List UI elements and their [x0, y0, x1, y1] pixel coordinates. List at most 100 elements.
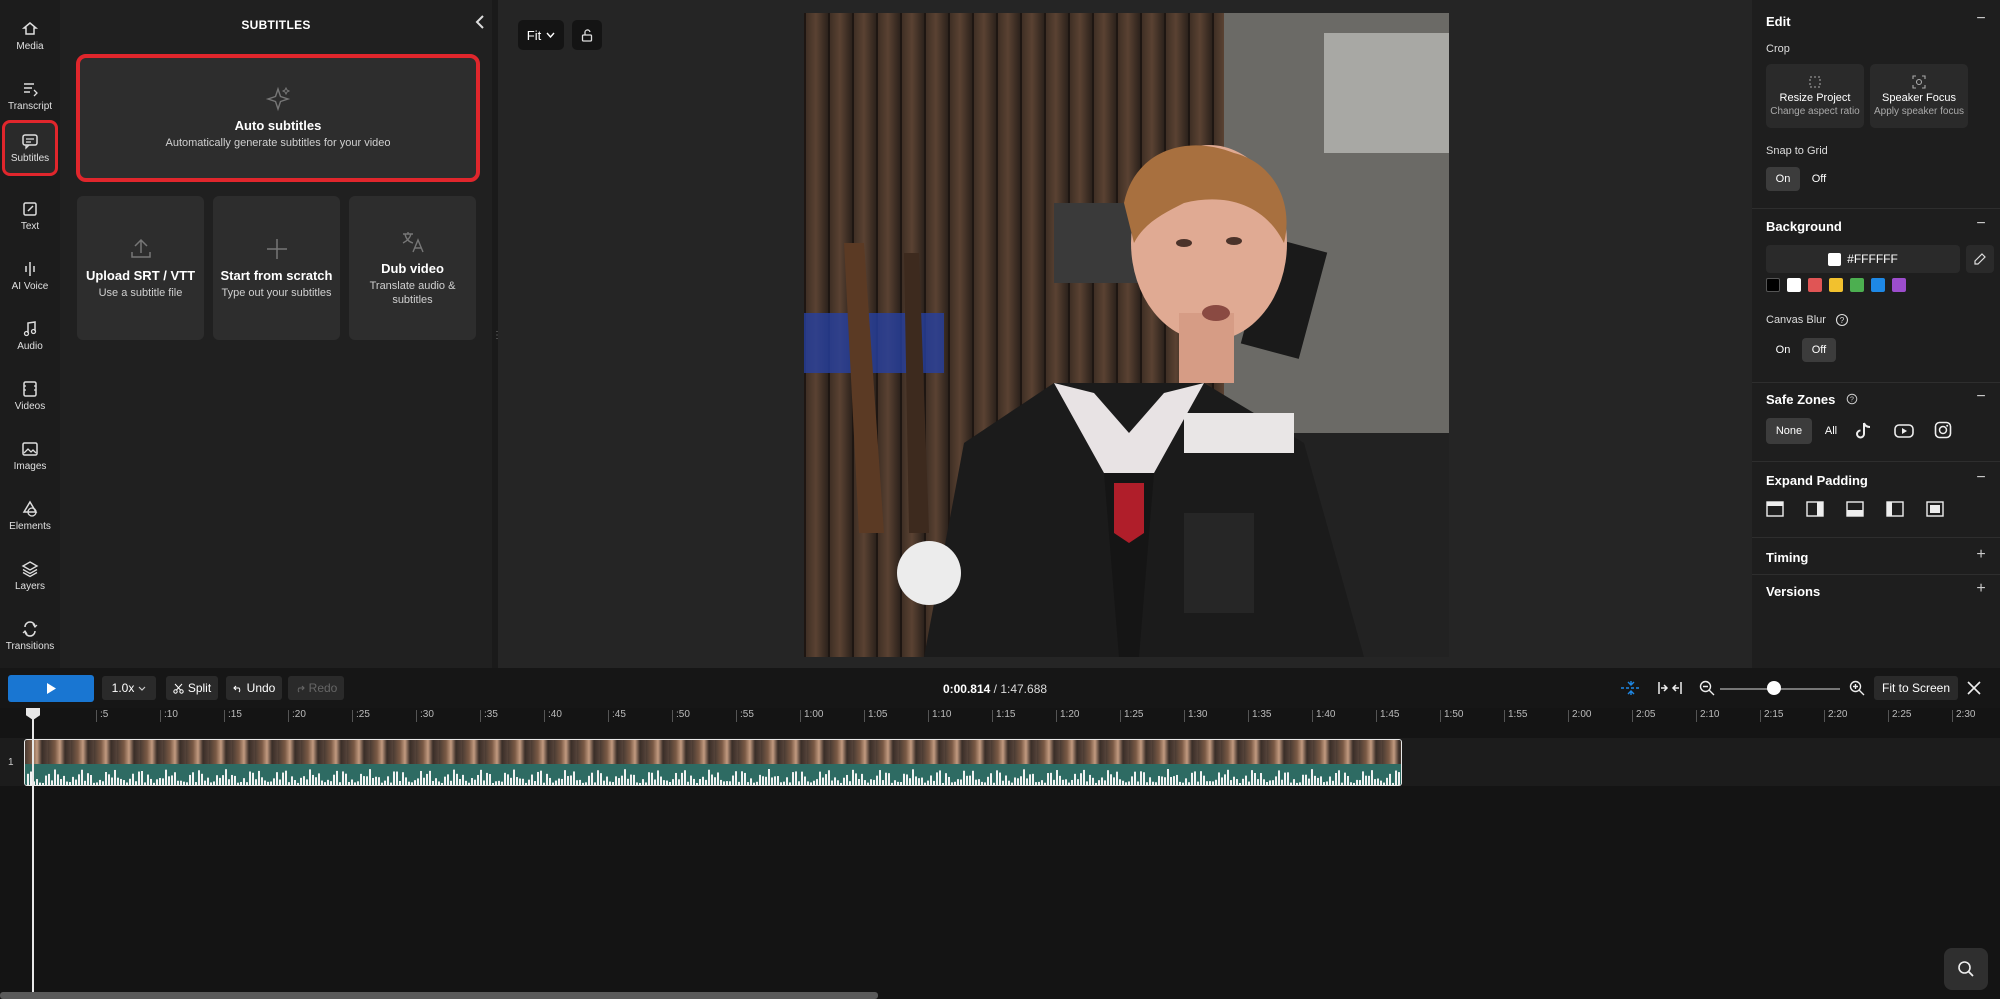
nav-images[interactable]: Images: [2, 428, 58, 484]
dub-video-subtitle: Translate audio & subtitles: [369, 280, 456, 306]
waveform-bar: [390, 782, 392, 785]
youtube-icon[interactable]: [1894, 423, 1914, 439]
collapse-background-button[interactable]: −: [1974, 215, 1988, 233]
help-icon[interactable]: ?: [1835, 313, 1849, 327]
fit-timeline-icon[interactable]: [1658, 680, 1682, 696]
nav-label: Videos: [14, 401, 46, 412]
undo-button[interactable]: Undo: [226, 676, 282, 700]
playback-speed-dropdown[interactable]: 1.0x: [102, 676, 156, 700]
nav-transcript[interactable]: Transcript: [2, 68, 58, 124]
eyedropper-button[interactable]: [1966, 245, 1994, 273]
swatch-green[interactable]: [1850, 278, 1864, 292]
auto-subtitles-card[interactable]: Auto subtitles Automatically generate su…: [76, 54, 480, 182]
swatch-yellow[interactable]: [1829, 278, 1843, 292]
background-color-input[interactable]: #FFFFFF: [1766, 245, 1960, 273]
search-button[interactable]: [1944, 948, 1988, 990]
resize-project-button[interactable]: Resize Project Change aspect ratio: [1766, 64, 1864, 128]
waveform-bar: [1002, 780, 1004, 785]
dub-video-card[interactable]: Dub video Translate audio & subtitles: [349, 196, 476, 340]
swatch-red[interactable]: [1808, 278, 1822, 292]
pad-top-bottom-icon[interactable]: [1766, 501, 1784, 517]
transcript-icon: [24, 83, 38, 97]
nav-text[interactable]: Text: [2, 188, 58, 244]
collapse-safe-zones-button[interactable]: −: [1974, 388, 1988, 406]
nav-elements[interactable]: Elements: [2, 488, 58, 544]
instagram-icon[interactable]: [1934, 421, 1952, 439]
swatch-black[interactable]: [1766, 278, 1780, 292]
waveform-bar: [291, 776, 293, 785]
close-icon[interactable]: [1967, 681, 1981, 695]
help-icon[interactable]: ?: [1846, 393, 1858, 405]
waveform-bar: [1398, 772, 1400, 785]
video-preview[interactable]: [804, 13, 1449, 657]
expand-versions-button[interactable]: +: [1974, 580, 1988, 598]
waveform-bar: [1173, 776, 1175, 785]
snap-magnet-icon[interactable]: [1620, 679, 1642, 697]
fit-dropdown[interactable]: Fit: [518, 20, 564, 50]
waveform-bar: [930, 775, 932, 785]
swatch-purple[interactable]: [1892, 278, 1906, 292]
safe-zone-none-button[interactable]: None: [1766, 418, 1812, 444]
collapse-edit-button[interactable]: −: [1974, 10, 1988, 28]
nav-label: Transcript: [7, 101, 53, 112]
swatch-blue[interactable]: [1871, 278, 1885, 292]
safe-zone-all-button[interactable]: All: [1816, 418, 1846, 444]
zoom-out-icon[interactable]: [1699, 680, 1715, 696]
nav-audio[interactable]: Audio: [2, 308, 58, 364]
nav-ai-voice[interactable]: AI Voice: [2, 248, 58, 304]
nav-media[interactable]: Media: [2, 8, 58, 64]
waveform-bar: [426, 773, 428, 785]
eyedropper-icon: [1974, 253, 1986, 265]
tiktok-icon[interactable]: [1854, 421, 1872, 441]
waveform-bar: [972, 770, 974, 785]
blur-off-button[interactable]: Off: [1802, 338, 1836, 362]
zoom-slider-handle[interactable]: [1767, 681, 1781, 695]
waveform-bar: [843, 777, 845, 785]
ruler-tick: :55: [736, 710, 754, 722]
blur-on-button[interactable]: On: [1766, 338, 1800, 362]
video-clip[interactable]: [24, 739, 1402, 786]
waveform-bar: [615, 776, 617, 785]
speaker-focus-button[interactable]: Speaker Focus Apply speaker focus: [1870, 64, 1968, 128]
waveform-bar: [1128, 781, 1130, 785]
pad-all-icon[interactable]: [1926, 501, 1944, 517]
snap-off-button[interactable]: Off: [1802, 167, 1836, 191]
zoom-in-icon[interactable]: [1849, 680, 1865, 696]
timeline-scrollbar[interactable]: [0, 992, 878, 999]
ruler-tick: 1:05: [864, 710, 887, 722]
nav-transitions[interactable]: Transitions: [2, 608, 58, 664]
pad-right-icon[interactable]: [1806, 501, 1824, 517]
text-icon: [23, 202, 37, 216]
waveform-bar: [1260, 772, 1262, 785]
nav-layers[interactable]: Layers: [2, 548, 58, 604]
waveform-bar: [963, 770, 965, 785]
waveform-bar: [834, 777, 836, 785]
waveform-bar: [459, 778, 461, 785]
collapse-expand-padding-button[interactable]: −: [1974, 469, 1988, 487]
redo-button[interactable]: Redo: [288, 676, 344, 700]
play-button[interactable]: [8, 675, 94, 702]
waveform-bar: [756, 781, 758, 785]
fit-to-screen-button[interactable]: Fit to Screen: [1874, 676, 1958, 700]
nav-videos[interactable]: Videos: [2, 368, 58, 424]
pad-left-icon[interactable]: [1886, 501, 1904, 517]
panel-resize-handle[interactable]: ⋮: [492, 330, 502, 344]
waveform-bar: [1257, 779, 1259, 785]
waveform-bar: [144, 782, 146, 785]
nav-subtitles[interactable]: Subtitles: [2, 120, 58, 176]
snap-on-button[interactable]: On: [1766, 167, 1800, 191]
waveform-bar: [54, 769, 56, 785]
waveform-bar: [528, 779, 530, 785]
waveform-bar: [108, 774, 110, 785]
swatch-white[interactable]: [1787, 278, 1801, 292]
waveform-bar: [1362, 771, 1364, 785]
pad-bottom-icon[interactable]: [1846, 501, 1864, 517]
start-from-scratch-card[interactable]: Start from scratch Type out your subtitl…: [213, 196, 340, 340]
timeline-ruler[interactable]: :5:10:15:20:25:30:35:40:45:50:55 1:00 1:05…: [0, 706, 2000, 726]
split-button[interactable]: Split: [166, 676, 218, 700]
lock-aspect-button[interactable]: [572, 20, 602, 50]
expand-timing-button[interactable]: +: [1974, 546, 1988, 564]
upload-srt-card[interactable]: Upload SRT / VTT Use a subtitle file: [77, 196, 204, 340]
waveform-bar: [1044, 782, 1046, 785]
collapse-panel-button[interactable]: [470, 12, 490, 32]
